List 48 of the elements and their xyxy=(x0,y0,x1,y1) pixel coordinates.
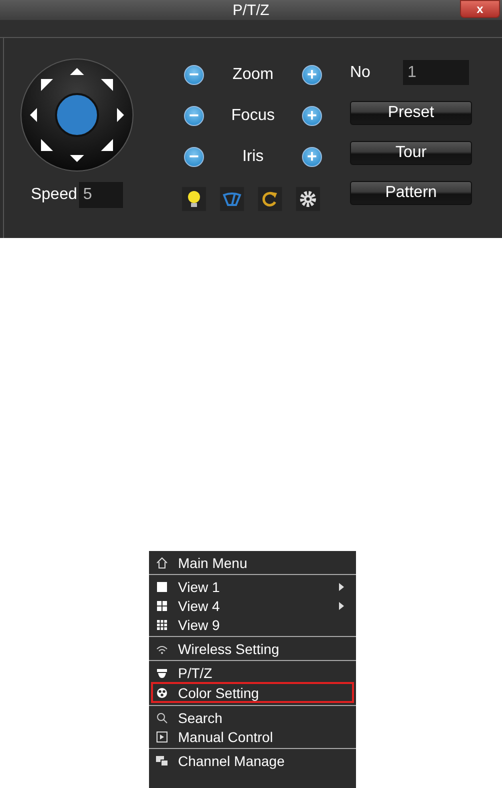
menu-item[interactable]: Search xyxy=(151,708,354,727)
menu-item-icon xyxy=(156,580,168,592)
menu-item[interactable]: View 4 xyxy=(151,596,354,615)
menu-item-label: Color Setting xyxy=(178,684,260,700)
menu-button[interactable]: Tour xyxy=(350,141,472,165)
menu-item[interactable]: Wireless Setting xyxy=(151,639,354,658)
settings-icon xyxy=(298,189,318,209)
number-field[interactable]: 1 xyxy=(403,60,470,85)
number-label: No xyxy=(350,64,370,82)
menu-item-icon xyxy=(156,666,168,678)
menu-item-label: Channel Manage xyxy=(178,752,286,768)
menu-item[interactable]: Manual Control xyxy=(151,727,354,746)
menu-button[interactable]: Preset xyxy=(350,101,472,125)
menu-button[interactable]: Pattern xyxy=(350,181,472,205)
menu-item[interactable]: Color Setting xyxy=(151,682,354,703)
control-label: Iris xyxy=(241,148,265,166)
menu-item-label: Search xyxy=(178,710,224,726)
window-title: P/T/Z xyxy=(232,2,270,18)
direction-pad[interactable] xyxy=(20,58,134,172)
menu-item[interactable]: View 9 xyxy=(151,615,354,634)
menu-item[interactable]: Main Menu xyxy=(151,553,354,572)
rotate-button[interactable] xyxy=(258,187,282,211)
menu-item[interactable]: View 1 xyxy=(151,577,354,596)
menu-item-icon xyxy=(156,730,168,742)
menu-item-label: Manual Control xyxy=(178,728,274,744)
speed-label: Speed xyxy=(30,186,78,204)
menu-item-icon xyxy=(156,600,168,612)
menu-item-label: Main Menu xyxy=(178,554,248,570)
rotate-icon xyxy=(260,189,280,209)
menu-item[interactable]: P/T/Z xyxy=(151,663,354,682)
menu-item-icon xyxy=(156,754,168,766)
wiper-button[interactable] xyxy=(220,187,244,211)
menu-item-icon xyxy=(156,686,168,698)
menu-item-label: View 1 xyxy=(178,578,221,594)
menu-item-label: View 9 xyxy=(178,616,221,632)
menu-item-label: View 4 xyxy=(178,598,221,614)
close-button[interactable]: x xyxy=(460,0,500,18)
menu-item[interactable]: Channel Manage xyxy=(151,751,354,770)
menu-item-label: Wireless Setting xyxy=(178,640,280,656)
control-label: Focus xyxy=(230,107,276,125)
menu-item-icon xyxy=(156,712,168,724)
menu-item-icon xyxy=(156,618,168,630)
speed-field[interactable]: 5 xyxy=(79,182,124,208)
control-label: Zoom xyxy=(232,66,274,84)
menu-item-label: P/T/Z xyxy=(178,664,214,680)
light-bulb-button[interactable] xyxy=(182,187,206,211)
menu-item-icon xyxy=(156,556,168,568)
settings-button[interactable] xyxy=(296,187,320,211)
